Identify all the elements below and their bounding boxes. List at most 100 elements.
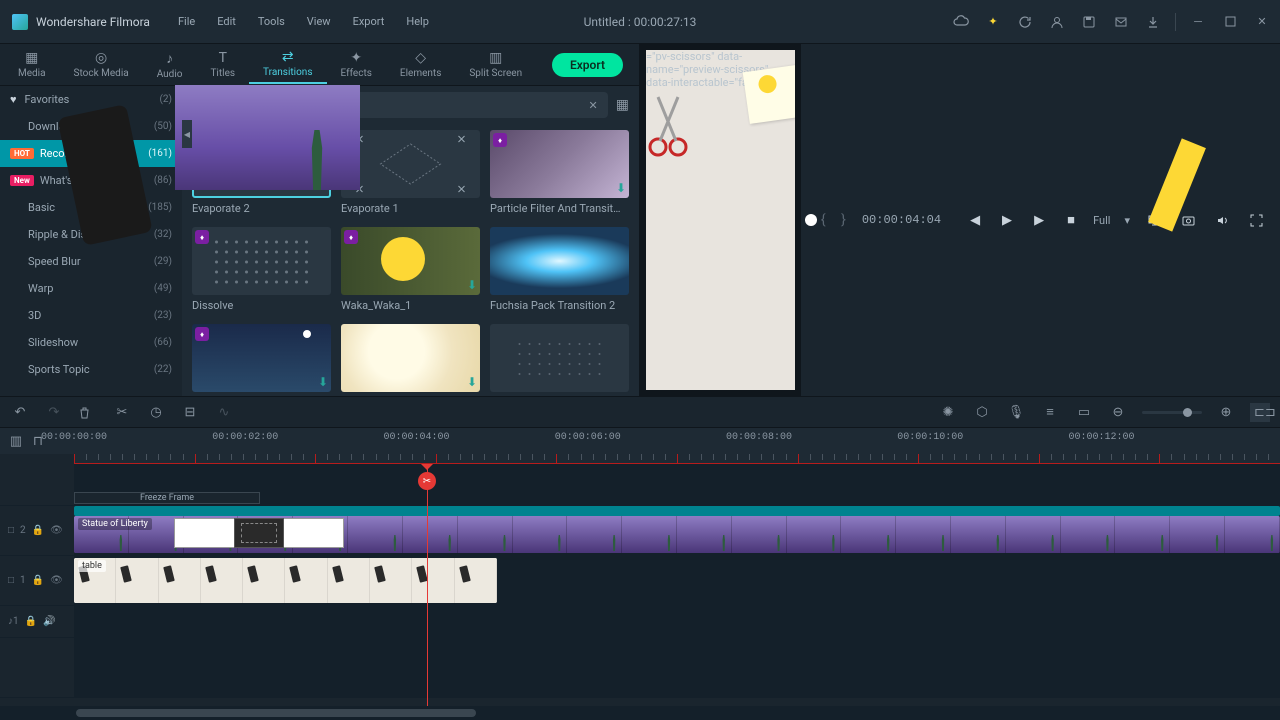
split-button[interactable]: ✂ xyxy=(112,405,132,420)
track-body-v1[interactable]: table xyxy=(74,556,1280,605)
menu-tools[interactable]: Tools xyxy=(248,11,295,32)
play-button[interactable]: ▶ xyxy=(1025,206,1053,234)
track-toggle-icon[interactable]: □ xyxy=(8,575,14,586)
zoom-fit-button[interactable]: ⊏⊐ xyxy=(1250,403,1270,422)
zoom-out-button[interactable]: ⊖ xyxy=(1108,405,1128,420)
download-icon[interactable] xyxy=(1139,8,1167,36)
quality-select[interactable]: Full▾ xyxy=(1089,212,1134,229)
tab-media[interactable]: ▦Media xyxy=(4,46,60,83)
delete-button[interactable] xyxy=(78,406,98,419)
sidebar-item-speed-blur[interactable]: Speed Blur(29) xyxy=(0,248,182,275)
lock-icon[interactable]: 🔒 xyxy=(32,575,44,586)
thumb-item-9[interactable] xyxy=(490,324,629,396)
render-button[interactable]: ✺ xyxy=(938,405,958,420)
thumb-particle-filter[interactable]: ♦⬇Particle Filter And Transit… xyxy=(490,130,629,215)
sidebar-item-slideshow[interactable]: Slideshow(66) xyxy=(0,329,182,356)
lock-icon[interactable]: 🔒 xyxy=(25,616,37,627)
sidebar-collapse-button[interactable]: ◀ xyxy=(182,120,192,148)
thumb-dissolve[interactable]: ♦Dissolve xyxy=(192,227,331,312)
thumb-evaporate-1[interactable]: Evaporate 1 xyxy=(341,130,480,215)
close-icon[interactable]: ✕ xyxy=(1248,8,1276,36)
redo-button[interactable]: ↷ xyxy=(44,405,64,420)
menu-file[interactable]: File xyxy=(168,11,205,32)
preview-viewport[interactable]: ="pv-scissors" data-name="preview-scisso… xyxy=(646,50,795,390)
freeze-frame-label[interactable]: Freeze Frame xyxy=(74,492,260,504)
minimize-icon[interactable]: ─ xyxy=(1184,8,1212,36)
transition-preview[interactable] xyxy=(234,518,284,548)
mail-icon[interactable] xyxy=(1107,8,1135,36)
tab-stock-media[interactable]: ◎Stock Media xyxy=(60,46,143,83)
mark-in-out[interactable]: { } xyxy=(821,212,852,228)
menu-export[interactable]: Export xyxy=(343,11,395,32)
export-button[interactable]: Export xyxy=(552,53,623,77)
audio-button[interactable]: ∿ xyxy=(214,405,234,420)
play-pause-button[interactable]: |▶ xyxy=(993,206,1021,234)
prev-frame-button[interactable]: ◀| xyxy=(961,206,989,234)
scrollbar-thumb[interactable] xyxy=(76,709,476,717)
tab-transitions[interactable]: ⇄Transitions xyxy=(249,45,326,84)
clip-effect[interactable] xyxy=(74,506,1280,516)
thumb-fuchsia[interactable]: Fuchsia Pack Transition 2 xyxy=(490,227,629,312)
download-icon: ⬇ xyxy=(318,375,328,389)
timeline-scrollbar[interactable] xyxy=(0,706,1280,720)
timeline-tracks: ✂ □ 2 🔒 👁 Freeze Frame Statue of Liberty xyxy=(0,464,1280,706)
mute-icon[interactable]: 🔊 xyxy=(43,616,55,627)
menu-edit[interactable]: Edit xyxy=(207,11,246,32)
tab-titles[interactable]: TTitles xyxy=(196,46,249,83)
clear-search-icon[interactable]: ✕ xyxy=(589,99,598,112)
scrubber-handle[interactable] xyxy=(805,214,817,226)
tab-effects[interactable]: ✦Effects xyxy=(327,46,386,83)
thumb-waka[interactable]: ♦⬇Waka_Waka_1 xyxy=(341,227,480,312)
timeline-ruler[interactable] xyxy=(74,454,1280,464)
tab-split-screen[interactable]: ▥Split Screen xyxy=(455,46,536,83)
account-icon[interactable] xyxy=(1043,8,1071,36)
thumb-item-8[interactable]: ⬇ xyxy=(341,324,480,396)
library-tabs: ▦Media ◎Stock Media ♪Audio TTitles ⇄Tran… xyxy=(0,44,639,86)
sidebar-item-sports[interactable]: Sports Topic(22) xyxy=(0,356,182,383)
speed-button[interactable]: ◷ xyxy=(146,405,166,420)
visibility-icon[interactable]: 👁 xyxy=(50,525,63,536)
crop-button[interactable]: ⊟ xyxy=(180,405,200,420)
fullscreen-icon[interactable] xyxy=(1242,206,1270,234)
adjust-button[interactable]: ▭ xyxy=(1074,405,1094,420)
menu-help[interactable]: Help xyxy=(396,11,439,32)
sidebar-item-warp[interactable]: Warp(49) xyxy=(0,275,182,302)
cloud-icon[interactable] xyxy=(947,8,975,36)
zoom-in-button[interactable]: ⊕ xyxy=(1216,405,1236,420)
zoom-slider[interactable] xyxy=(1142,411,1202,414)
visibility-icon[interactable]: 👁 xyxy=(50,575,63,586)
sidebar-item-3d[interactable]: 3D(23) xyxy=(0,302,182,329)
track-body-v2[interactable]: Freeze Frame Statue of Liberty xyxy=(74,506,1280,555)
menu-view[interactable]: View xyxy=(297,11,341,32)
preview-panel: ="pv-scissors" data-name="preview-scisso… xyxy=(640,44,801,396)
sparkle-icon[interactable]: ✦ xyxy=(979,8,1007,36)
track-options-icon[interactable]: ▥ xyxy=(6,434,26,449)
refresh-icon[interactable] xyxy=(1011,8,1039,36)
record-button[interactable]: 🎙 xyxy=(1006,405,1026,420)
marker-button[interactable]: ⬡ xyxy=(972,405,992,420)
playhead[interactable]: ✂ xyxy=(427,464,428,706)
transitions-icon: ⇄ xyxy=(282,49,294,65)
timeline-ruler-labels[interactable]: ▥ ⊓ 00:00:00:00 00:00:02:00 00:00:04:00 … xyxy=(0,428,1280,454)
volume-icon[interactable] xyxy=(1208,206,1236,234)
stop-button[interactable]: ■ xyxy=(1057,206,1085,234)
track-toggle-icon[interactable]: □ xyxy=(8,525,14,536)
sidebar-item-favorites[interactable]: ♥Favorites(2) xyxy=(0,86,182,113)
grid-view-icon[interactable]: ▦ xyxy=(616,97,629,113)
save-icon[interactable] xyxy=(1075,8,1103,36)
playhead-scissors-icon[interactable]: ✂ xyxy=(418,472,436,490)
split-icon: ▥ xyxy=(489,50,502,66)
lock-icon[interactable]: 🔒 xyxy=(32,525,44,536)
download-icon: ⬇ xyxy=(467,278,477,292)
tab-audio[interactable]: ♪Audio xyxy=(143,46,197,84)
thumb-item-7[interactable]: ♦⬇ xyxy=(192,324,331,396)
track-body-a1[interactable] xyxy=(74,606,1280,637)
mixer-button[interactable]: ≡ xyxy=(1040,404,1060,420)
app-logo-icon xyxy=(12,14,28,30)
undo-button[interactable]: ↶ xyxy=(10,405,30,420)
clip-table[interactable]: table xyxy=(74,558,497,603)
maximize-icon[interactable] xyxy=(1216,8,1244,36)
title-bar: Wondershare Filmora File Edit Tools View… xyxy=(0,0,1280,44)
tab-elements[interactable]: ◇Elements xyxy=(386,46,455,83)
zoom-handle[interactable] xyxy=(1183,408,1192,417)
